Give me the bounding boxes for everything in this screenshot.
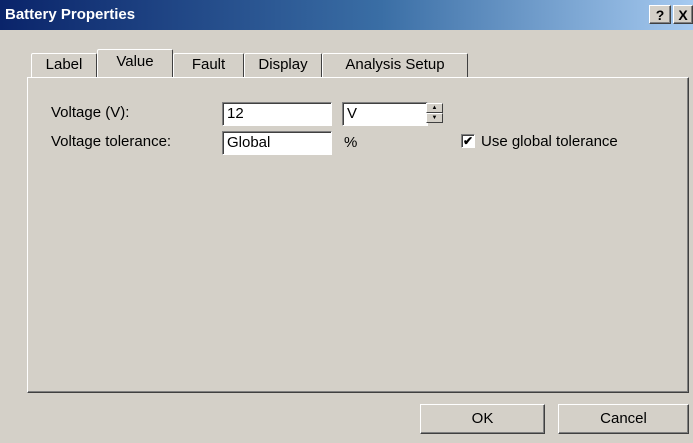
tab-fault[interactable]: Fault — [173, 53, 244, 77]
tab-analysis-setup[interactable]: Analysis Setup — [322, 53, 468, 77]
window-title: Battery Properties — [5, 6, 136, 23]
tab-display[interactable]: Display — [244, 53, 322, 77]
tab-value[interactable]: Value — [97, 49, 173, 77]
cancel-button[interactable]: Cancel — [558, 404, 689, 434]
tab-label[interactable]: Label — [31, 53, 97, 77]
tab-panel-value — [27, 77, 689, 393]
title-bar: Battery Properties ? X — [0, 0, 693, 30]
ok-button[interactable]: OK — [420, 404, 545, 434]
help-button[interactable]: ? — [649, 5, 671, 24]
close-button[interactable]: X — [673, 5, 693, 24]
